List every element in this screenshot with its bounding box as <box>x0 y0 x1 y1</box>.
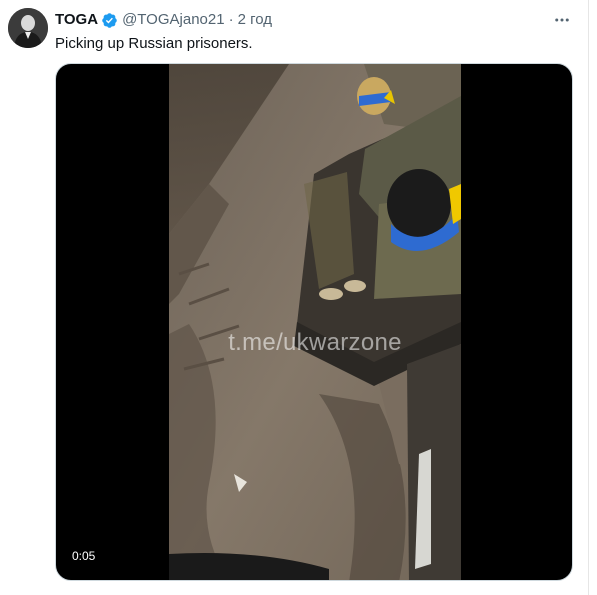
tweet: TOGA @TOGAjano21 · 2 год Picking up Russ… <box>0 0 597 595</box>
video-duration-badge: 0:05 <box>66 546 102 566</box>
author-name[interactable]: TOGA <box>55 11 98 29</box>
tweet-header: TOGA @TOGAjano21 · 2 год <box>55 11 272 29</box>
column-divider <box>588 0 589 595</box>
tweet-timestamp[interactable]: 2 год <box>238 11 272 29</box>
verified-badge-icon <box>101 12 118 29</box>
author-handle[interactable]: @TOGAjano21 <box>122 11 225 29</box>
video-player[interactable]: t.me/ukwarzone 0:05 <box>55 63 573 581</box>
video-watermark: t.me/ukwarzone <box>228 329 402 356</box>
more-options-icon[interactable] <box>552 10 572 30</box>
meta-separator: · <box>228 11 234 28</box>
tweet-text: Picking up Russian prisoners. <box>55 35 253 52</box>
avatar[interactable] <box>8 8 48 48</box>
video-frame: t.me/ukwarzone <box>169 64 461 580</box>
